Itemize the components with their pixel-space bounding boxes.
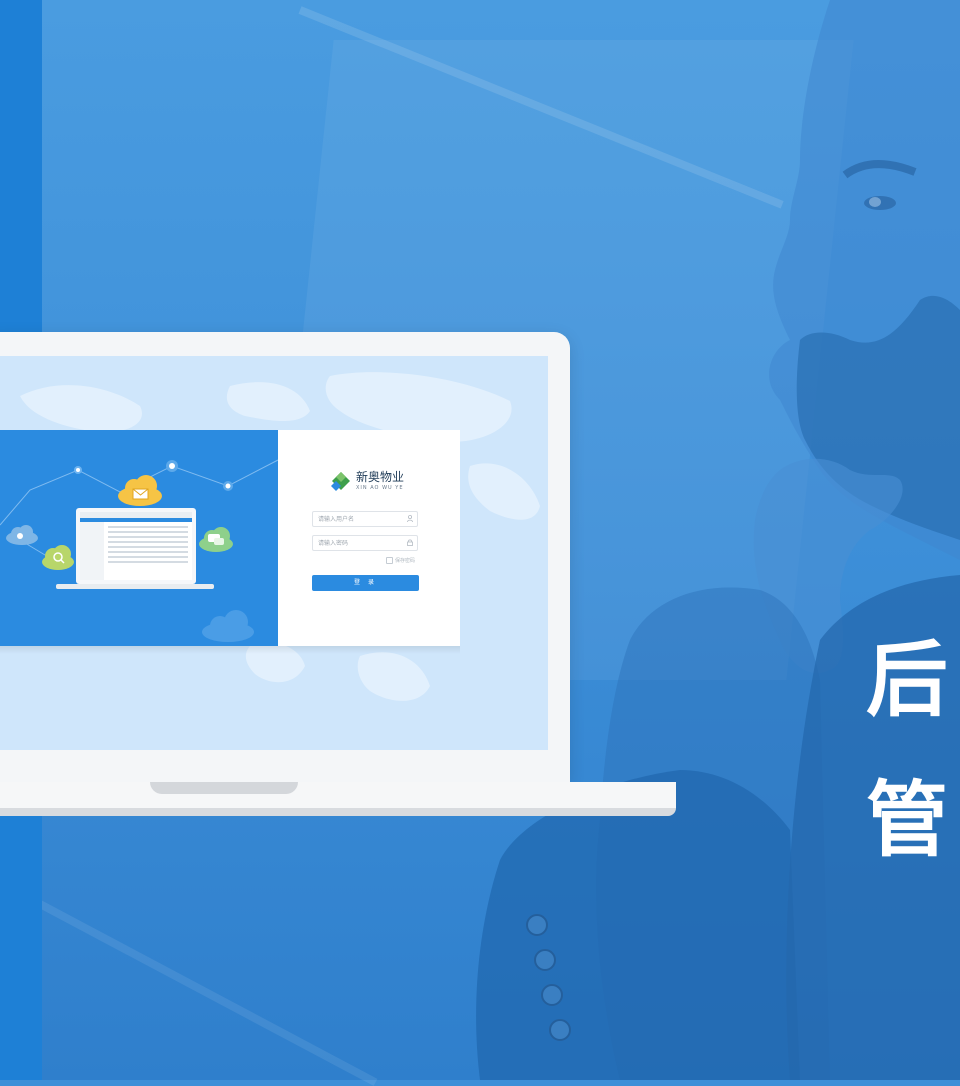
laptop-trackpad-notch — [150, 782, 298, 794]
laptop-base — [0, 782, 676, 808]
mini-laptop-dashboard — [56, 508, 214, 589]
brand-name-en: XIN AO WU YE — [356, 485, 404, 491]
user-icon — [407, 514, 413, 524]
headline-line-2: 管 — [866, 773, 949, 868]
mail-cloud-icon — [118, 475, 162, 506]
search-cloud-icon — [42, 545, 74, 570]
cloud-small-icon — [202, 610, 254, 642]
chat-cloud-icon — [199, 527, 233, 552]
login-illustration-panel — [0, 430, 279, 646]
remember-password-label: 保存密码 — [395, 558, 416, 564]
remember-password-checkbox[interactable]: 保存密码 — [386, 557, 415, 564]
password-input[interactable]: 请输入密码 — [312, 535, 418, 551]
brand-logo-icon — [331, 472, 350, 491]
login-card-shadow — [0, 646, 460, 654]
brand-name-cn: 新奥物业 — [356, 470, 405, 484]
username-input[interactable]: 请输入用户名 — [312, 511, 418, 527]
laptop-base-edge — [0, 808, 676, 816]
username-placeholder: 请输入用户名 — [318, 516, 355, 523]
login-button[interactable]: 登 录 — [312, 575, 419, 591]
headline-line-1: 后 — [866, 633, 949, 728]
password-placeholder: 请输入密码 — [318, 540, 349, 547]
checkbox-icon[interactable] — [386, 557, 393, 564]
cloud-icon — [6, 525, 38, 545]
brand-logo: 新奥物业 XIN AO WU YE — [330, 470, 404, 492]
lock-icon — [407, 539, 413, 548]
cloud-network-illustration — [0, 459, 279, 642]
